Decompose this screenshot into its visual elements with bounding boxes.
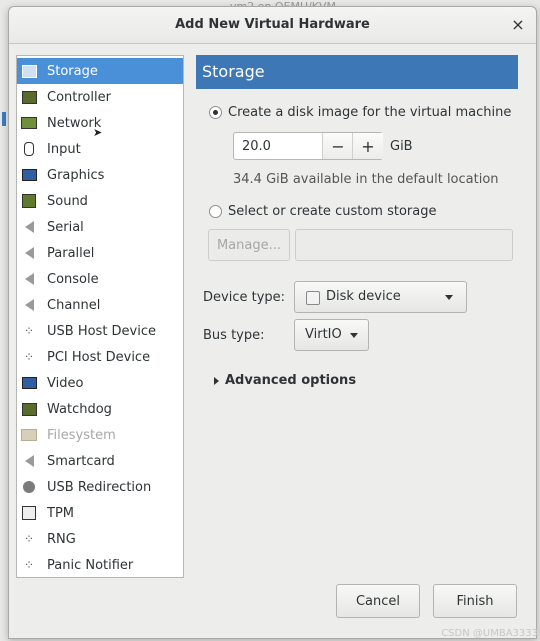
hw-item-label: Video bbox=[47, 375, 84, 391]
smartcard-icon bbox=[21, 453, 37, 469]
watermark: CSDN @UMBA3333 bbox=[441, 628, 538, 639]
chevron-down-icon bbox=[445, 295, 453, 300]
custom-storage-path-field bbox=[295, 229, 513, 261]
hw-item-watchdog[interactable]: Watchdog bbox=[17, 396, 183, 422]
hw-item-label: Graphics bbox=[47, 167, 105, 183]
hw-item-label: Input bbox=[47, 141, 81, 157]
size-unit-label: GiB bbox=[390, 139, 413, 154]
video-icon bbox=[21, 375, 37, 391]
add-hardware-dialog: Add New Virtual Hardware × Storage Contr… bbox=[8, 6, 537, 639]
hw-item-storage[interactable]: Storage bbox=[17, 58, 183, 84]
device-type-select[interactable]: Disk device bbox=[294, 281, 467, 313]
controller-icon bbox=[21, 89, 37, 105]
hw-item-label: Sound bbox=[47, 193, 88, 209]
hw-item-channel[interactable]: Channel bbox=[17, 292, 183, 318]
parallel-icon bbox=[21, 245, 37, 261]
hw-item-label: USB Host Device bbox=[47, 323, 157, 339]
storage-icon bbox=[21, 63, 37, 79]
hw-item-controller[interactable]: Controller bbox=[17, 84, 183, 110]
available-space-text: 34.4 GiB available in the default locati… bbox=[233, 172, 499, 187]
hw-item-serial[interactable]: Serial bbox=[17, 214, 183, 240]
hw-item-label: TPM bbox=[47, 505, 74, 521]
hw-item-label: Controller bbox=[47, 89, 111, 105]
hw-item-usb-host-device[interactable]: ⁘ USB Host Device bbox=[17, 318, 183, 344]
usb-icon: ⁘ bbox=[23, 324, 35, 338]
hw-item-input[interactable]: Input bbox=[17, 136, 183, 162]
disk-device-icon bbox=[306, 291, 320, 305]
increment-button[interactable]: + bbox=[352, 133, 383, 159]
hw-item-console[interactable]: Console bbox=[17, 266, 183, 292]
hw-item-parallel[interactable]: Parallel bbox=[17, 240, 183, 266]
disk-size-input[interactable] bbox=[240, 138, 324, 155]
folder-icon bbox=[21, 427, 37, 443]
hw-item-sound[interactable]: Sound bbox=[17, 188, 183, 214]
hw-item-label: Parallel bbox=[47, 245, 95, 261]
section-header: Storage bbox=[196, 55, 518, 89]
tpm-icon bbox=[21, 505, 37, 521]
panic-icon: ⁘ bbox=[23, 558, 35, 572]
hw-item-label: Storage bbox=[47, 63, 98, 79]
console-icon bbox=[21, 271, 37, 287]
mouse-cursor-icon: ➤ bbox=[93, 126, 103, 139]
hw-item-label: Serial bbox=[47, 219, 84, 235]
hw-item-label: Watchdog bbox=[47, 401, 112, 417]
chevron-down-icon bbox=[350, 333, 358, 338]
monitor-icon bbox=[21, 167, 37, 183]
mouse-icon bbox=[21, 141, 37, 157]
manage-button: Manage... bbox=[208, 229, 290, 261]
hw-item-label: Channel bbox=[47, 297, 101, 313]
hw-item-usb-redirection[interactable]: USB Redirection bbox=[17, 474, 183, 500]
decrement-button[interactable]: − bbox=[322, 133, 353, 159]
pci-icon: ⁘ bbox=[23, 350, 35, 364]
rng-icon: ⁘ bbox=[23, 532, 35, 546]
hw-item-filesystem: Filesystem bbox=[17, 422, 183, 448]
hw-item-label: USB Redirection bbox=[47, 479, 152, 495]
dialog-title: Add New Virtual Hardware bbox=[175, 17, 370, 32]
hw-item-pci-host-device[interactable]: ⁘ PCI Host Device bbox=[17, 344, 183, 370]
hw-item-label: PCI Host Device bbox=[47, 349, 151, 365]
usb-redirection-icon bbox=[21, 479, 37, 495]
channel-icon bbox=[21, 297, 37, 313]
device-type-label: Device type: bbox=[203, 290, 286, 305]
hw-item-video[interactable]: Video bbox=[17, 370, 183, 396]
hw-item-label: RNG bbox=[47, 531, 76, 547]
create-disk-radio[interactable] bbox=[209, 106, 222, 119]
hw-item-label: Panic Notifier bbox=[47, 557, 134, 573]
advanced-options-label: Advanced options bbox=[225, 373, 357, 388]
disk-size-stepper: − + bbox=[233, 132, 383, 160]
hw-item-smartcard[interactable]: Smartcard bbox=[17, 448, 183, 474]
create-disk-label: Create a disk image for the virtual mach… bbox=[228, 105, 512, 120]
chevron-right-icon bbox=[214, 377, 219, 385]
custom-storage-label: Select or create custom storage bbox=[228, 204, 437, 219]
hw-item-label: Filesystem bbox=[47, 427, 116, 443]
cancel-button[interactable]: Cancel bbox=[336, 584, 420, 618]
watchdog-icon bbox=[21, 401, 37, 417]
bus-type-select[interactable]: VirtIO bbox=[294, 319, 369, 351]
bus-type-value: VirtIO bbox=[305, 327, 342, 342]
hw-item-rng[interactable]: ⁘ RNG bbox=[17, 526, 183, 552]
hw-item-label: Console bbox=[47, 271, 99, 287]
section-header-label: Storage bbox=[202, 62, 265, 81]
advanced-options-expander[interactable]: Advanced options bbox=[212, 373, 362, 391]
background-selection-marker bbox=[2, 112, 6, 126]
close-icon[interactable]: × bbox=[506, 12, 530, 36]
hw-item-graphics[interactable]: Graphics bbox=[17, 162, 183, 188]
sound-icon bbox=[21, 193, 37, 209]
serial-icon bbox=[21, 219, 37, 235]
network-icon bbox=[21, 115, 37, 131]
hw-item-panic-notifier[interactable]: ⁘ Panic Notifier bbox=[17, 552, 183, 578]
bus-type-label: Bus type: bbox=[203, 328, 265, 343]
hw-item-tpm[interactable]: TPM bbox=[17, 500, 183, 526]
hw-item-label: Smartcard bbox=[47, 453, 115, 469]
finish-button[interactable]: Finish bbox=[433, 584, 517, 618]
device-type-value: Disk device bbox=[326, 289, 401, 304]
custom-storage-radio[interactable] bbox=[209, 205, 222, 218]
dialog-titlebar: Add New Virtual Hardware × bbox=[9, 7, 536, 44]
